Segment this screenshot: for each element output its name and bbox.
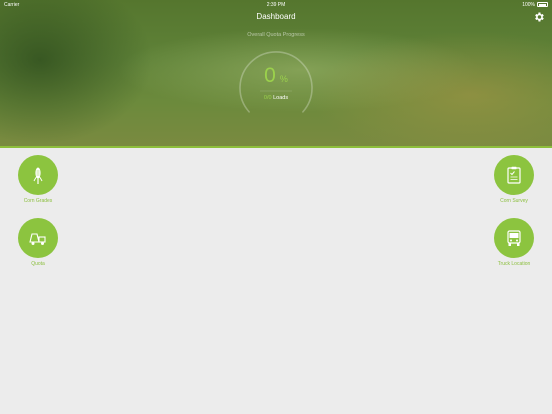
loads-summary: 0/0 Loads: [238, 95, 314, 101]
percent-value: 0: [264, 64, 276, 87]
header-divider: [0, 146, 552, 148]
corn-survey-button[interactable]: Corn Survey: [484, 155, 544, 204]
loads-count: 0/0: [263, 95, 272, 101]
corn-survey-circle[interactable]: [494, 155, 534, 195]
quota-button[interactable]: Quota: [8, 218, 68, 267]
progress-percent: 0%: [238, 64, 314, 88]
corn-survey-label: Corn Survey: [500, 198, 528, 204]
loads-label: Loads: [273, 95, 289, 101]
corn-grades-button[interactable]: Corn Grades: [8, 155, 68, 204]
corn-grades-circle[interactable]: [18, 155, 58, 195]
battery-percent: 100%: [522, 2, 535, 8]
truck-icon: [29, 233, 46, 245]
survey-clipboard-icon: [507, 166, 521, 184]
truck-location-button[interactable]: Truck Location: [484, 218, 544, 267]
percent-sign: %: [279, 74, 288, 84]
truck-location-label: Truck Location: [497, 261, 531, 267]
truck-location-circle[interactable]: [494, 218, 534, 258]
status-bar: Carrier 2:39 PM 100%: [0, 0, 552, 10]
page-title: Dashboard: [256, 12, 296, 21]
corn-grades-label: Corn Grades: [23, 198, 53, 204]
quota-label: Quota: [31, 261, 45, 267]
progress-title: Overall Quota Progress: [247, 32, 305, 38]
truck-front-icon: [507, 230, 521, 246]
quota-circle[interactable]: [18, 218, 58, 258]
corn-icon: [33, 167, 43, 184]
gear-icon[interactable]: [533, 11, 545, 23]
battery-icon: [537, 2, 548, 7]
status-time: 2:39 PM: [266, 2, 286, 8]
